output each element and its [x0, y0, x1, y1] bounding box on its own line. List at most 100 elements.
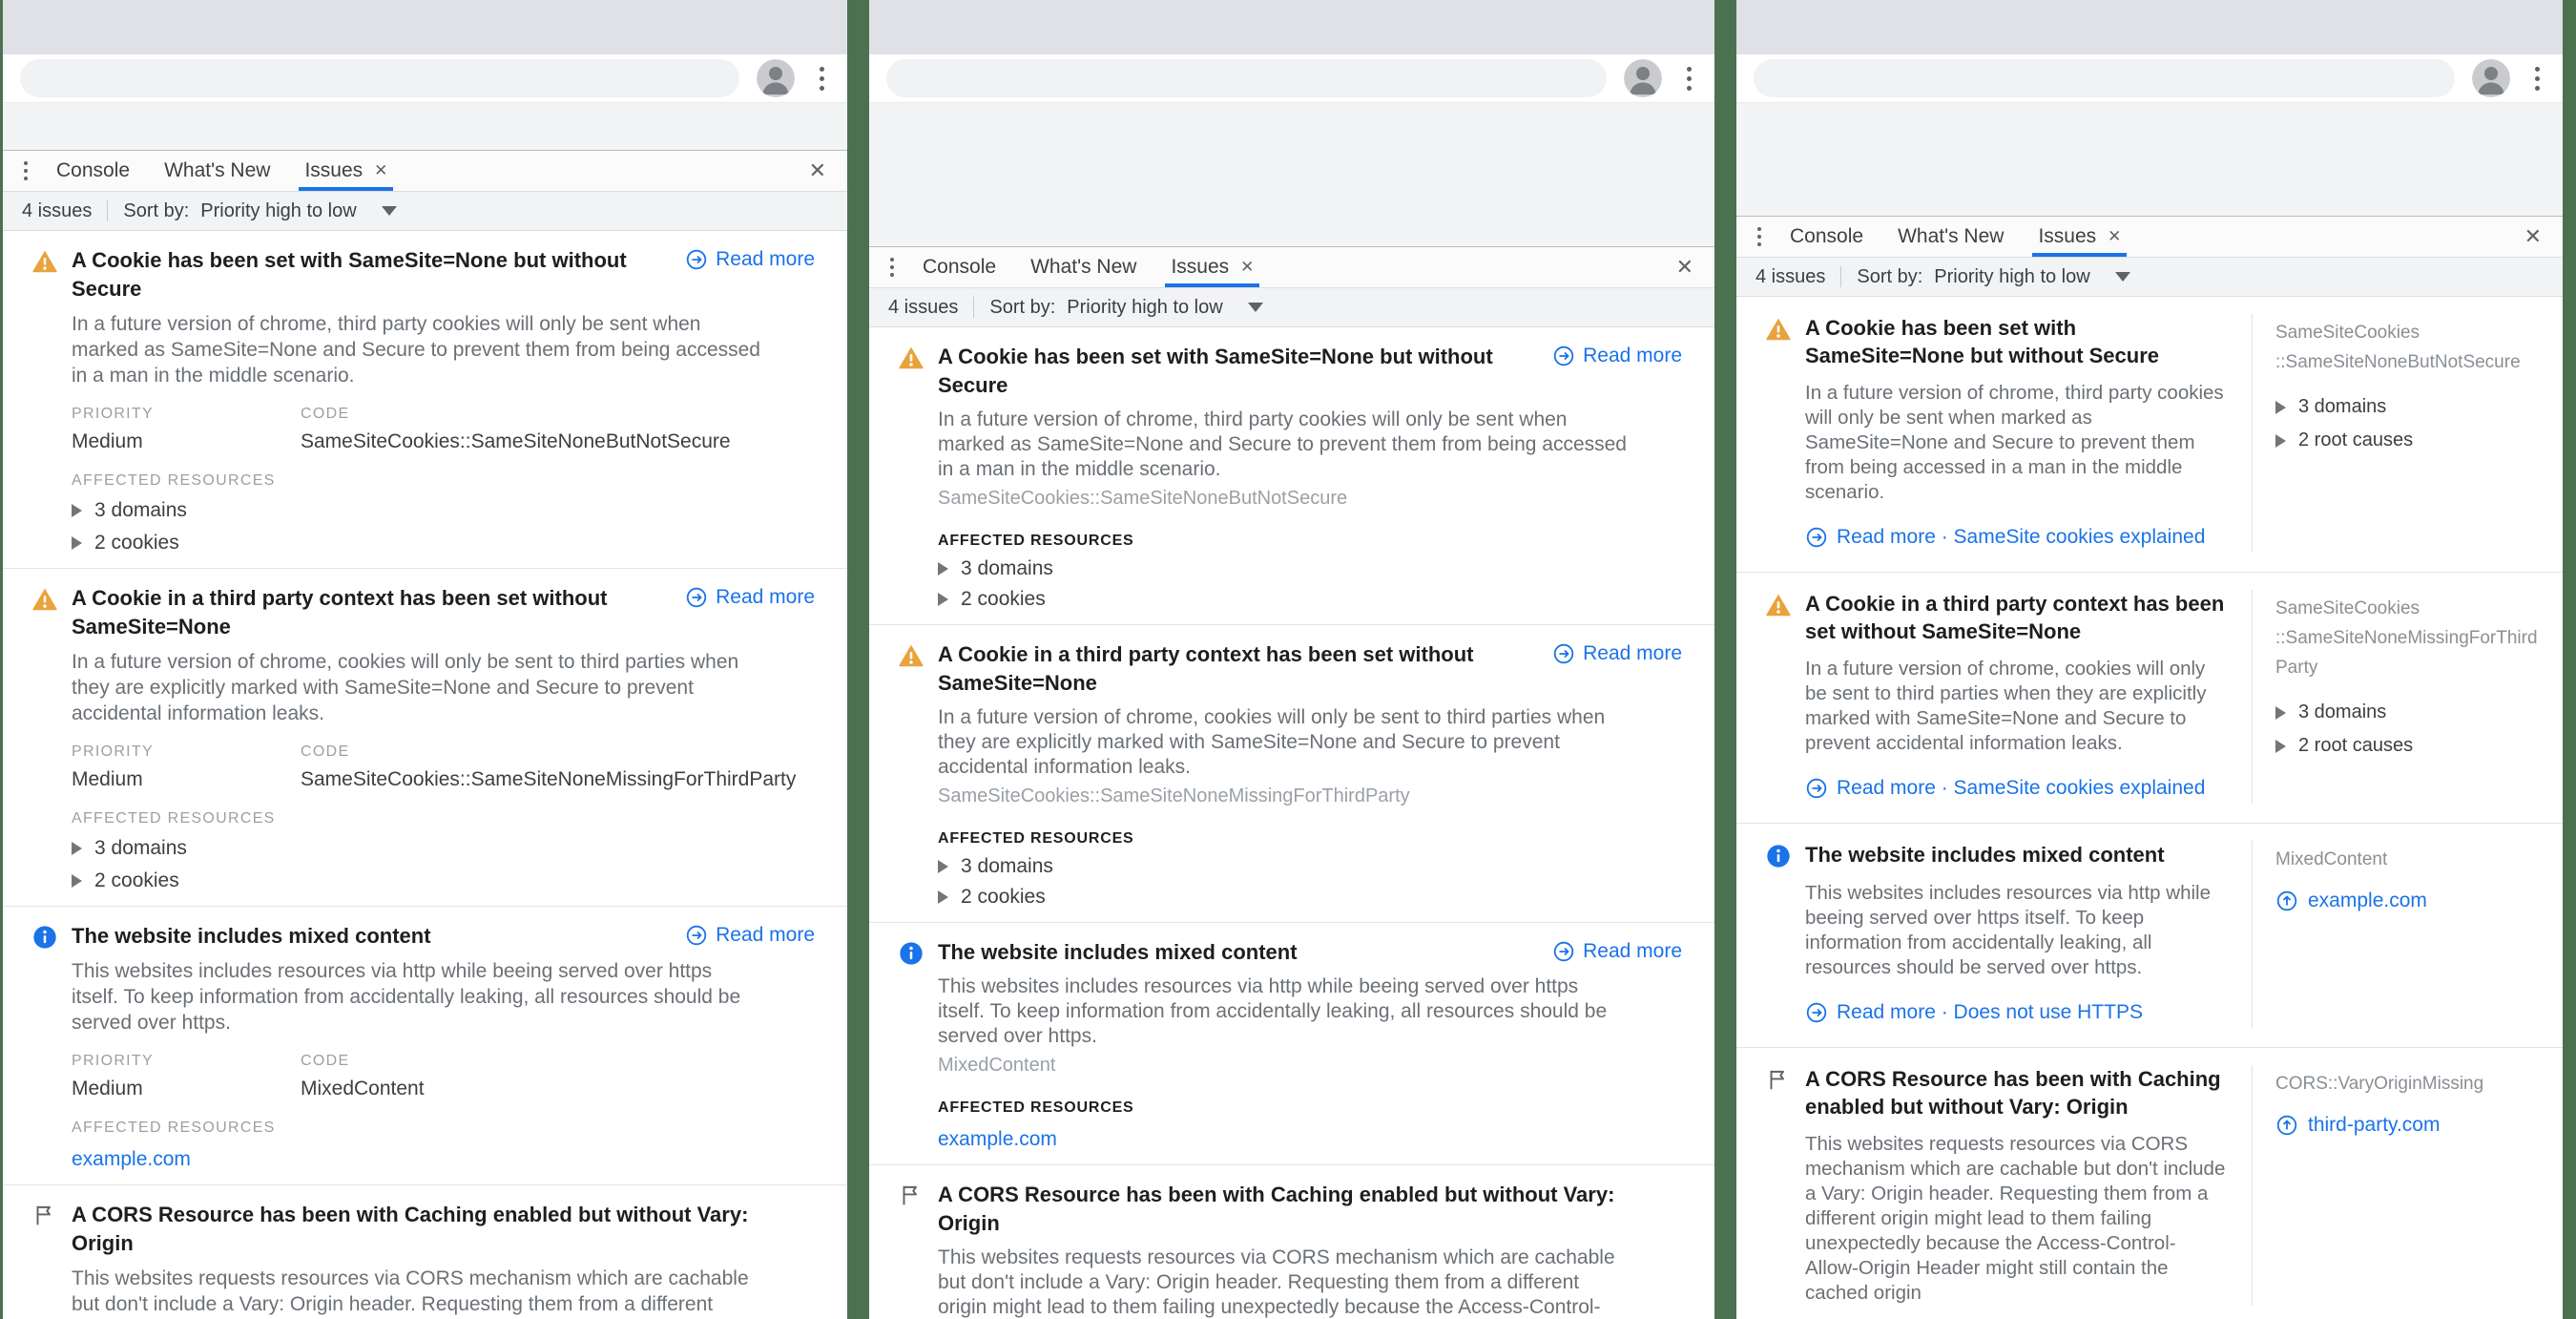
expandable-domains[interactable]: 3 domains — [2275, 701, 2538, 723]
issue-title: The website includes mixed content — [938, 940, 1298, 964]
avatar[interactable] — [1624, 59, 1662, 97]
devtools-drawer: Console What's New Issues ✕ ✕ 4 issues S… — [869, 246, 1714, 1319]
expandable-domains[interactable]: 3 domains — [2275, 396, 2538, 418]
read-more-link[interactable]: Read more · SameSite cookies explained — [1805, 777, 2229, 800]
code-value: SameSiteCookies::SameSiteNoneMissingForT… — [301, 768, 797, 790]
tab-console[interactable]: Console — [39, 151, 147, 191]
avatar[interactable] — [2472, 59, 2510, 97]
browser-menu-icon[interactable] — [1681, 63, 1697, 94]
issue-description: This websites includes resources via htt… — [1805, 882, 2211, 978]
affected-resources-label: AFFECTED RESOURCES — [938, 1099, 1134, 1116]
address-bar[interactable] — [20, 59, 739, 97]
sort-value: Priority high to low — [1934, 265, 2090, 287]
issue-count: 4 issues — [1755, 265, 1826, 287]
arrow-circle-icon — [686, 587, 707, 608]
devtools-close-icon[interactable]: ✕ — [1665, 251, 1705, 283]
expandable-cookies[interactable]: 2 cookies — [938, 886, 1682, 909]
info-icon — [31, 922, 58, 951]
expandable-root-causes[interactable]: 2 root causes — [2275, 735, 2538, 757]
browser-menu-icon[interactable] — [814, 63, 830, 94]
issue-title: A Cookie in a third party context has be… — [72, 586, 608, 639]
expandable-domains[interactable]: 3 domains — [938, 855, 1682, 878]
issue-card: A CORS Resource has been with Caching en… — [3, 1185, 847, 1319]
read-more-link[interactable]: Read more — [685, 584, 815, 609]
issue-sidebar: SameSiteCookies ::SameSiteNoneMissingFor… — [2252, 590, 2538, 804]
read-more-link[interactable]: Read more — [1552, 938, 1682, 963]
sort-dropdown[interactable]: Priority high to low — [200, 200, 397, 222]
expandable-label: 3 domains — [961, 855, 1053, 877]
expand-arrow-icon — [72, 842, 82, 855]
expandable-domains[interactable]: 3 domains — [938, 557, 1682, 580]
sort-value: Priority high to low — [1067, 296, 1223, 318]
resource-link-label: example.com — [2308, 890, 2427, 911]
read-more-link[interactable]: Read more — [685, 922, 815, 947]
issue-title: The website includes mixed content — [72, 924, 431, 948]
tab-issues[interactable]: Issues ✕ — [287, 151, 405, 191]
issue-title: A Cookie in a third party context has be… — [1805, 592, 2225, 643]
expand-arrow-icon — [938, 860, 948, 873]
devtools-menu-icon[interactable] — [879, 247, 905, 287]
tab-close-icon[interactable]: ✕ — [1240, 258, 1254, 277]
issue-description: This websites requests resources via COR… — [938, 1246, 1615, 1318]
affected-resources-label: AFFECTED RESOURCES — [938, 830, 1134, 847]
tab-close-icon[interactable]: ✕ — [2108, 227, 2121, 246]
devtools-menu-icon[interactable] — [1746, 217, 1773, 257]
affected-resources-label: AFFECTED RESOURCES — [72, 810, 276, 827]
issue-sidebar: MixedContent example.com — [2252, 841, 2538, 1028]
avatar[interactable] — [757, 59, 795, 97]
affected-resources-label: AFFECTED RESOURCES — [72, 1120, 276, 1136]
issue-description: In a future version of chrome, cookies w… — [72, 651, 739, 724]
priority-value: Medium — [72, 430, 143, 452]
resource-link[interactable]: example.com — [938, 1128, 1057, 1151]
sort-dropdown[interactable]: Priority high to low — [1067, 296, 1263, 319]
issues-list: A Cookie has been set with SameSite=None… — [1736, 297, 2563, 1319]
expandable-cookies[interactable]: 2 cookies — [72, 869, 815, 892]
tab-whats-new[interactable]: What's New — [1013, 247, 1153, 287]
issue-card: The website includes mixed content This … — [1736, 824, 2563, 1048]
read-more-link[interactable]: Read more — [1552, 343, 1682, 367]
warning-icon — [31, 584, 58, 613]
browser-menu-icon[interactable] — [2529, 63, 2545, 94]
flag-icon — [31, 1201, 58, 1229]
expand-arrow-icon — [2275, 433, 2286, 448]
sort-dropdown[interactable]: Priority high to low — [1934, 265, 2130, 288]
resource-link[interactable]: example.com — [72, 1148, 191, 1171]
expandable-domains[interactable]: 3 domains — [72, 499, 815, 522]
resource-link[interactable]: example.com — [2275, 890, 2538, 912]
expandable-cookies[interactable]: 2 cookies — [938, 588, 1682, 611]
issue-code: MixedContent — [2275, 849, 2388, 869]
browser-toolbar — [1736, 54, 2563, 102]
issues-list: A Cookie has been set with SameSite=None… — [3, 231, 847, 1319]
issue-code: SameSiteCookies — [2275, 598, 2420, 618]
read-more-link[interactable]: Read more · Does not use HTTPS — [1805, 1001, 2229, 1024]
tab-issues-label: Issues — [1171, 256, 1230, 278]
address-bar[interactable] — [886, 59, 1607, 97]
expandable-root-causes[interactable]: 2 root causes — [2275, 429, 2538, 451]
toolbar-divider — [107, 200, 109, 221]
devtools-menu-icon[interactable] — [12, 151, 39, 191]
tab-issues[interactable]: Issues ✕ — [1153, 247, 1271, 287]
devtools-close-icon[interactable]: ✕ — [2513, 220, 2553, 253]
expandable-domains[interactable]: 3 domains — [72, 837, 815, 860]
address-bar[interactable] — [1754, 59, 2455, 97]
tab-whats-new[interactable]: What's New — [1880, 217, 2021, 257]
tab-console[interactable]: Console — [905, 247, 1013, 287]
tab-issues[interactable]: Issues ✕ — [2021, 217, 2138, 257]
read-more-label: Read more — [716, 248, 815, 270]
devtools-close-icon[interactable]: ✕ — [798, 155, 838, 187]
expandable-cookies[interactable]: 2 cookies — [72, 532, 815, 555]
issue-card: A Cookie has been set with SameSite=None… — [3, 231, 847, 569]
issue-sidebar: CORS::VaryOriginMissing third-party.com — [2252, 1065, 2538, 1306]
issue-description: In a future version of chrome, cookies w… — [938, 706, 1606, 778]
issue-description: In a future version of chrome, cookies w… — [1805, 658, 2207, 754]
read-more-link[interactable]: Read more — [1552, 640, 1682, 665]
browser-tab-strip — [869, 0, 1714, 54]
resource-link[interactable]: third-party.com — [2275, 1114, 2538, 1137]
issue-title: A Cookie in a third party context has be… — [938, 642, 1474, 695]
read-more-link[interactable]: Read more — [685, 246, 815, 271]
tab-console[interactable]: Console — [1773, 217, 1880, 257]
tab-close-icon[interactable]: ✕ — [374, 161, 387, 180]
tab-whats-new[interactable]: What's New — [147, 151, 287, 191]
issues-toolbar: 4 issues Sort by: Priority high to low — [1736, 257, 2563, 297]
read-more-link[interactable]: Read more · SameSite cookies explained — [1805, 526, 2229, 549]
